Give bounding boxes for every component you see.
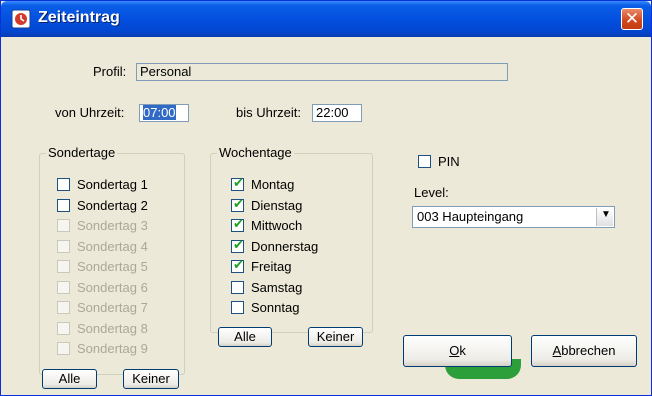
- level-select[interactable]: 003 Haupteingang ▼: [412, 206, 615, 228]
- chevron-down-icon: ▼: [601, 209, 611, 220]
- to-time-label: bis Uhrzeit:: [236, 105, 302, 120]
- sondertage-none-button[interactable]: Keiner: [123, 369, 179, 389]
- wochentage-item-label: Dienstag: [251, 197, 303, 213]
- wochentage-all-label: Alle: [234, 329, 256, 344]
- checkmark-icon: ✔: [233, 258, 244, 273]
- checkbox: [57, 219, 70, 232]
- title-bar[interactable]: Zeiteintrag ✕: [1, 1, 651, 37]
- checkmark-icon: ✔: [233, 176, 244, 191]
- sondertage-item-label: Sondertag 3: [77, 218, 148, 233]
- sondertage-none-label: Keiner: [132, 371, 170, 386]
- checkbox: [57, 280, 70, 294]
- sondertage-item-label: Sondertag 8: [77, 320, 148, 336]
- ok-rest: k: [459, 343, 466, 358]
- wochentage-item-label: Montag: [251, 177, 295, 192]
- dialog-body: Profil: Personal von Uhrzeit: 07:00 bis …: [5, 37, 647, 393]
- ok-button[interactable]: Ok: [403, 335, 512, 367]
- checkbox[interactable]: [231, 280, 244, 294]
- from-time-value: 07:00: [143, 105, 176, 120]
- checkbox[interactable]: [231, 301, 244, 314]
- from-time-input[interactable]: 07:00: [139, 104, 189, 122]
- window-title: Zeiteintrag: [38, 9, 120, 26]
- checkbox: [57, 301, 70, 314]
- wochentage-item-label: Sonntag: [251, 300, 300, 315]
- level-value: 003 Haupteingang: [417, 209, 524, 224]
- close-button[interactable]: ✕: [621, 8, 643, 30]
- sondertage-item-label: Sondertag 1: [77, 177, 148, 192]
- sondertage-title: Sondertage: [46, 145, 118, 160]
- wochentage-all-button[interactable]: Alle: [218, 327, 272, 347]
- sondertage-item-label: Sondertag 4: [77, 238, 148, 254]
- pin-label: PIN: [438, 154, 460, 169]
- wochentage-item-label: Mittwoch: [251, 218, 303, 233]
- wochentage-none-button[interactable]: Keiner: [308, 327, 363, 347]
- sondertage-item-label: Sondertag 2: [77, 197, 148, 213]
- from-time-label: von Uhrzeit:: [55, 105, 125, 120]
- dialog-window: Zeiteintrag ✕ Profil: Personal von Uhrze…: [0, 0, 652, 396]
- checkbox: [57, 239, 70, 253]
- checkmark-icon: ✔: [233, 237, 244, 253]
- ok-mnemonic: O: [449, 343, 460, 358]
- cancel-rest: bbrechen: [561, 343, 616, 358]
- checkbox: [57, 260, 70, 273]
- sondertage-all-button[interactable]: Alle: [42, 369, 97, 389]
- checkmark-icon: ✔: [233, 196, 244, 212]
- sondertage-item-label: Sondertag 6: [77, 279, 148, 295]
- close-icon: ✕: [624, 9, 640, 29]
- profile-label: Profil:: [93, 64, 127, 79]
- app-icon: [11, 9, 31, 29]
- checkbox[interactable]: ✔: [231, 237, 244, 253]
- checkbox[interactable]: ✔: [231, 176, 244, 191]
- cancel-button[interactable]: Abbrechen: [531, 335, 637, 367]
- wochentage-item-label: Freitag: [251, 259, 292, 274]
- sondertage-item-label: Sondertag 9: [77, 341, 148, 356]
- checkbox[interactable]: ✔: [231, 217, 244, 232]
- sondertage-all-label: Alle: [58, 371, 81, 386]
- cancel-mnemonic: A: [552, 343, 562, 358]
- sondertage-item-label: Sondertag 7: [77, 300, 148, 315]
- wochentage-title: Wochentage: [217, 145, 294, 160]
- checkbox[interactable]: ✔: [231, 196, 244, 212]
- profile-field: Personal: [136, 63, 508, 81]
- pin-checkbox-box[interactable]: [418, 155, 431, 168]
- cancel-label: Abbrechen: [532, 336, 636, 366]
- checkbox[interactable]: [57, 178, 70, 191]
- ok-label: Ok: [404, 336, 511, 366]
- checkbox[interactable]: ✔: [231, 258, 244, 273]
- level-label: Level:: [414, 185, 449, 200]
- wochentage-item-label: Donnerstag: [251, 238, 319, 254]
- checkmark-icon: ✔: [233, 217, 244, 232]
- sondertage-item-label: Sondertag 5: [77, 259, 148, 274]
- to-time-input[interactable]: 22:00: [312, 104, 362, 122]
- wochentage-none-label: Keiner: [316, 329, 355, 344]
- level-dropdown-button[interactable]: ▼: [596, 208, 613, 226]
- wochentage-item-label: Samstag: [251, 279, 303, 295]
- checkbox[interactable]: [57, 198, 70, 212]
- checkbox: [57, 321, 70, 335]
- checkbox: [57, 342, 70, 355]
